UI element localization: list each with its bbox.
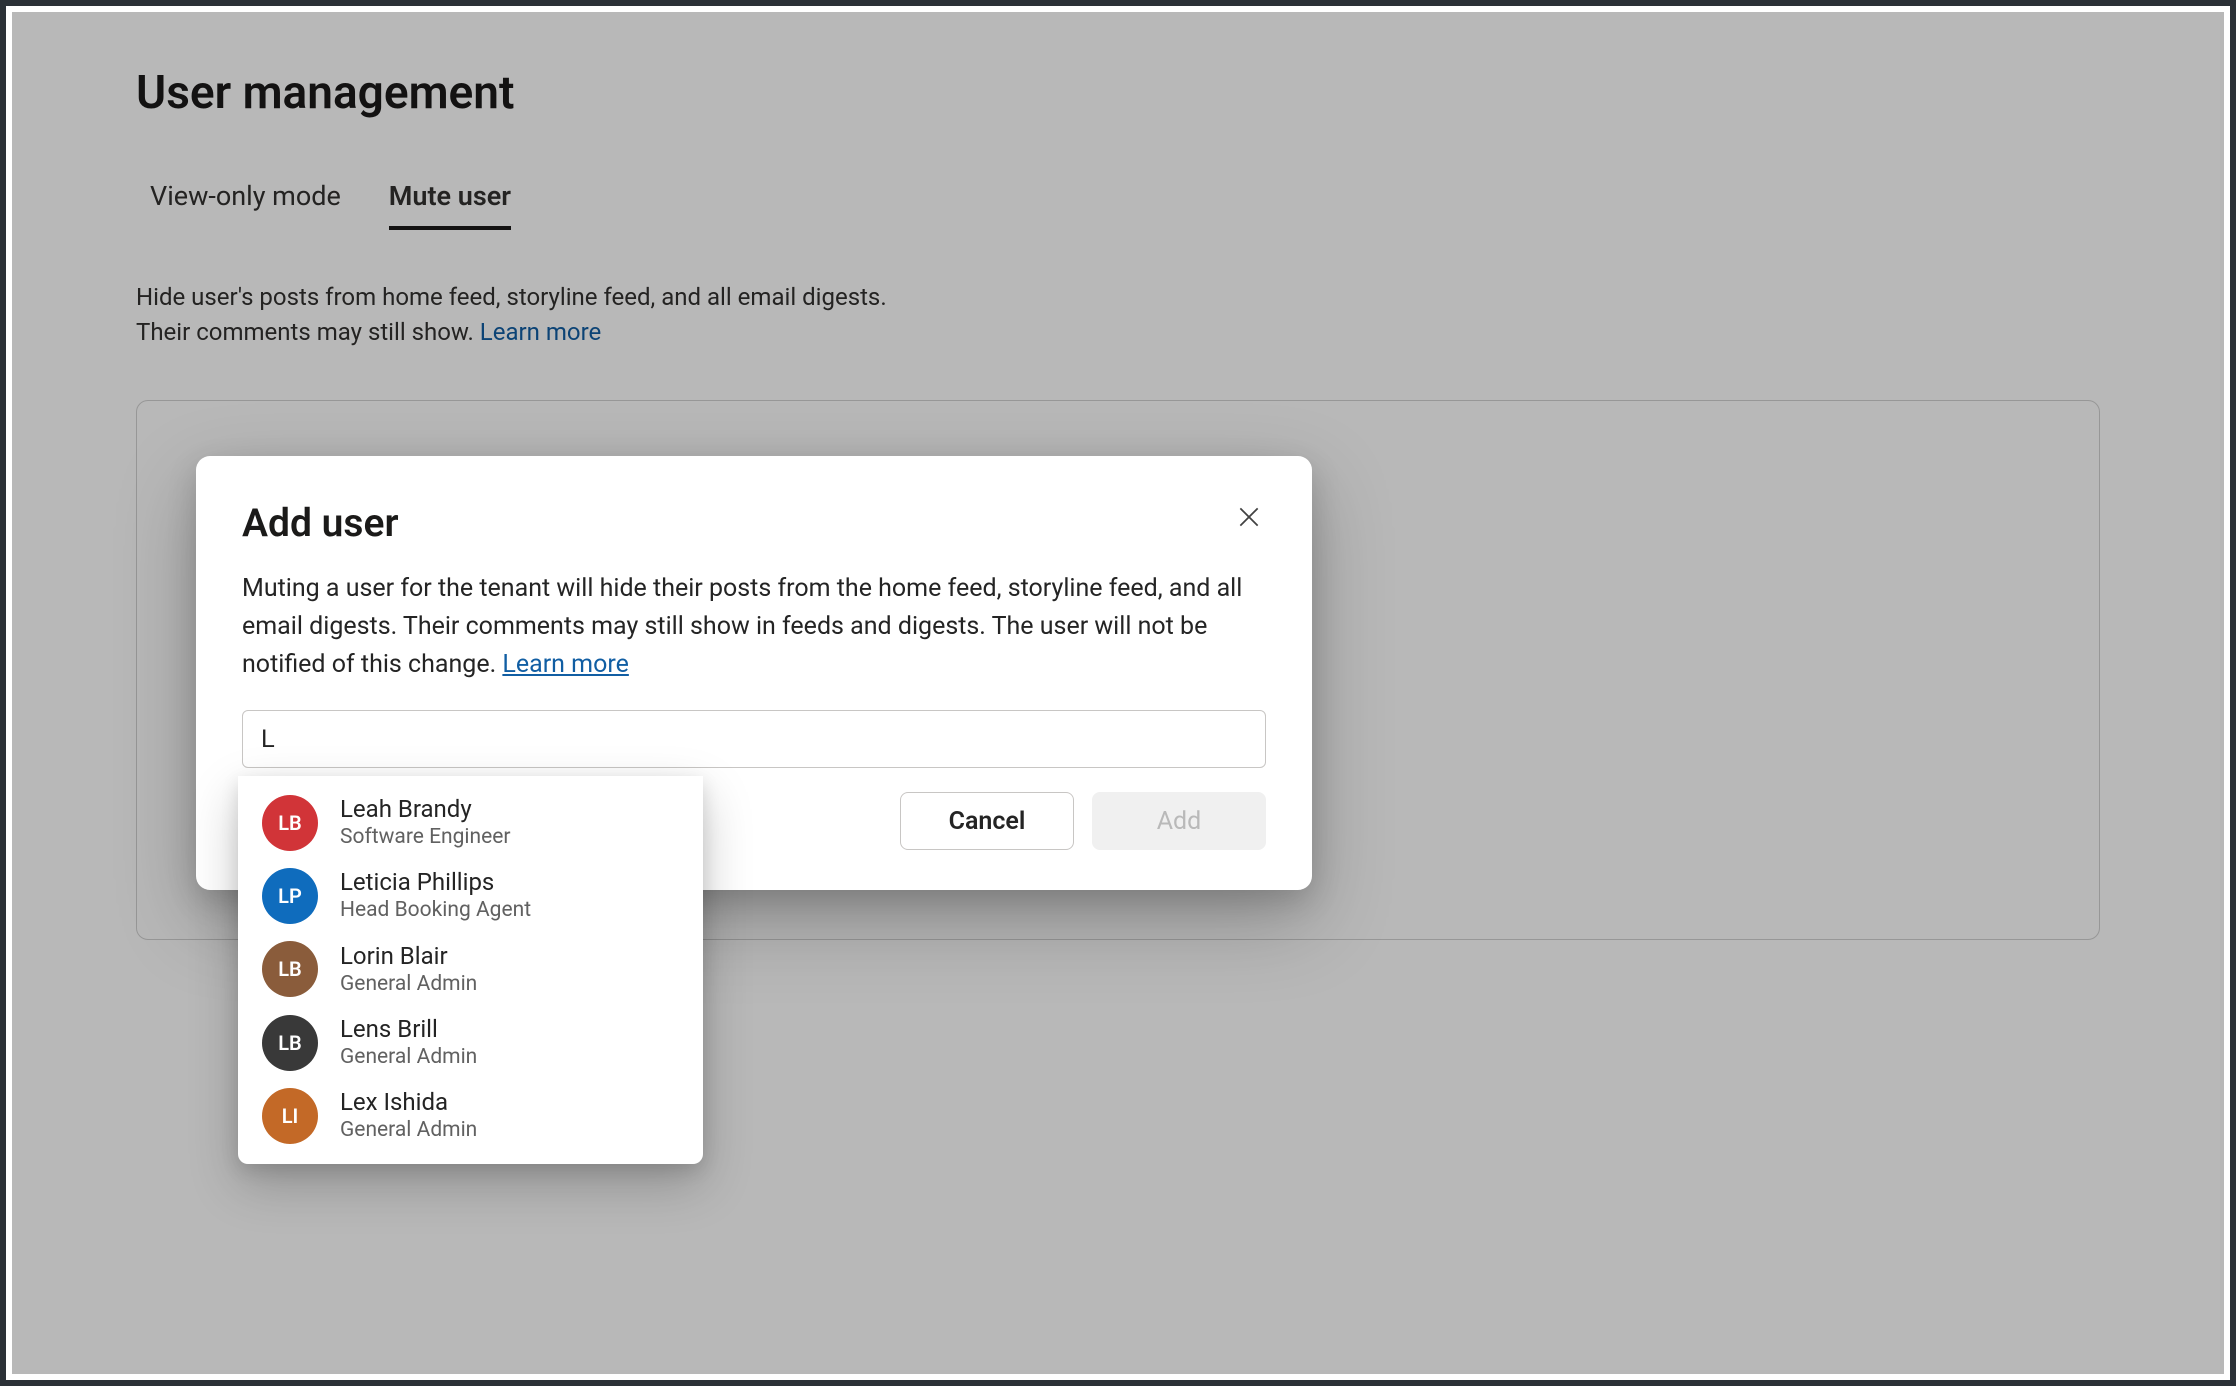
- suggestion-role: Head Booking Agent: [340, 897, 531, 924]
- dialog-title: Add user: [242, 500, 398, 546]
- suggestion-name: Lex Ishida: [340, 1087, 477, 1117]
- suggestion-name: Leah Brandy: [340, 794, 511, 824]
- suggestion-role: General Admin: [340, 1117, 477, 1144]
- avatar: LI: [262, 1088, 318, 1144]
- suggestion-role: General Admin: [340, 1044, 477, 1071]
- dialog-body-text: Muting a user for the tenant will hide t…: [242, 574, 1242, 679]
- suggestion-role: Software Engineer: [340, 824, 511, 851]
- suggestion-role: General Admin: [340, 971, 477, 998]
- suggestion-item[interactable]: LI Lex Ishida General Admin: [238, 1079, 703, 1152]
- dialog-body: Muting a user for the tenant will hide t…: [242, 570, 1266, 684]
- suggestion-name: Lorin Blair: [340, 941, 477, 971]
- avatar: LB: [262, 795, 318, 851]
- suggestion-item[interactable]: LB Lens Brill General Admin: [238, 1006, 703, 1079]
- suggestion-item[interactable]: LB Lorin Blair General Admin: [238, 933, 703, 1006]
- add-button: Add: [1092, 792, 1266, 850]
- user-search-input[interactable]: [242, 710, 1266, 768]
- suggestion-item[interactable]: LP Leticia Phillips Head Booking Agent: [238, 859, 703, 932]
- avatar: LB: [262, 941, 318, 997]
- avatar: LP: [262, 868, 318, 924]
- suggestion-name: Lens Brill: [340, 1014, 477, 1044]
- avatar: LB: [262, 1015, 318, 1071]
- user-suggestions-dropdown: LB Leah Brandy Software Engineer LP Leti…: [238, 776, 703, 1164]
- cancel-button[interactable]: Cancel: [900, 792, 1074, 850]
- close-icon: [1236, 518, 1262, 533]
- close-button[interactable]: [1232, 500, 1266, 537]
- dialog-learn-more-link[interactable]: Learn more: [502, 650, 628, 679]
- suggestion-item[interactable]: LB Leah Brandy Software Engineer: [238, 786, 703, 859]
- suggestion-name: Leticia Phillips: [340, 867, 531, 897]
